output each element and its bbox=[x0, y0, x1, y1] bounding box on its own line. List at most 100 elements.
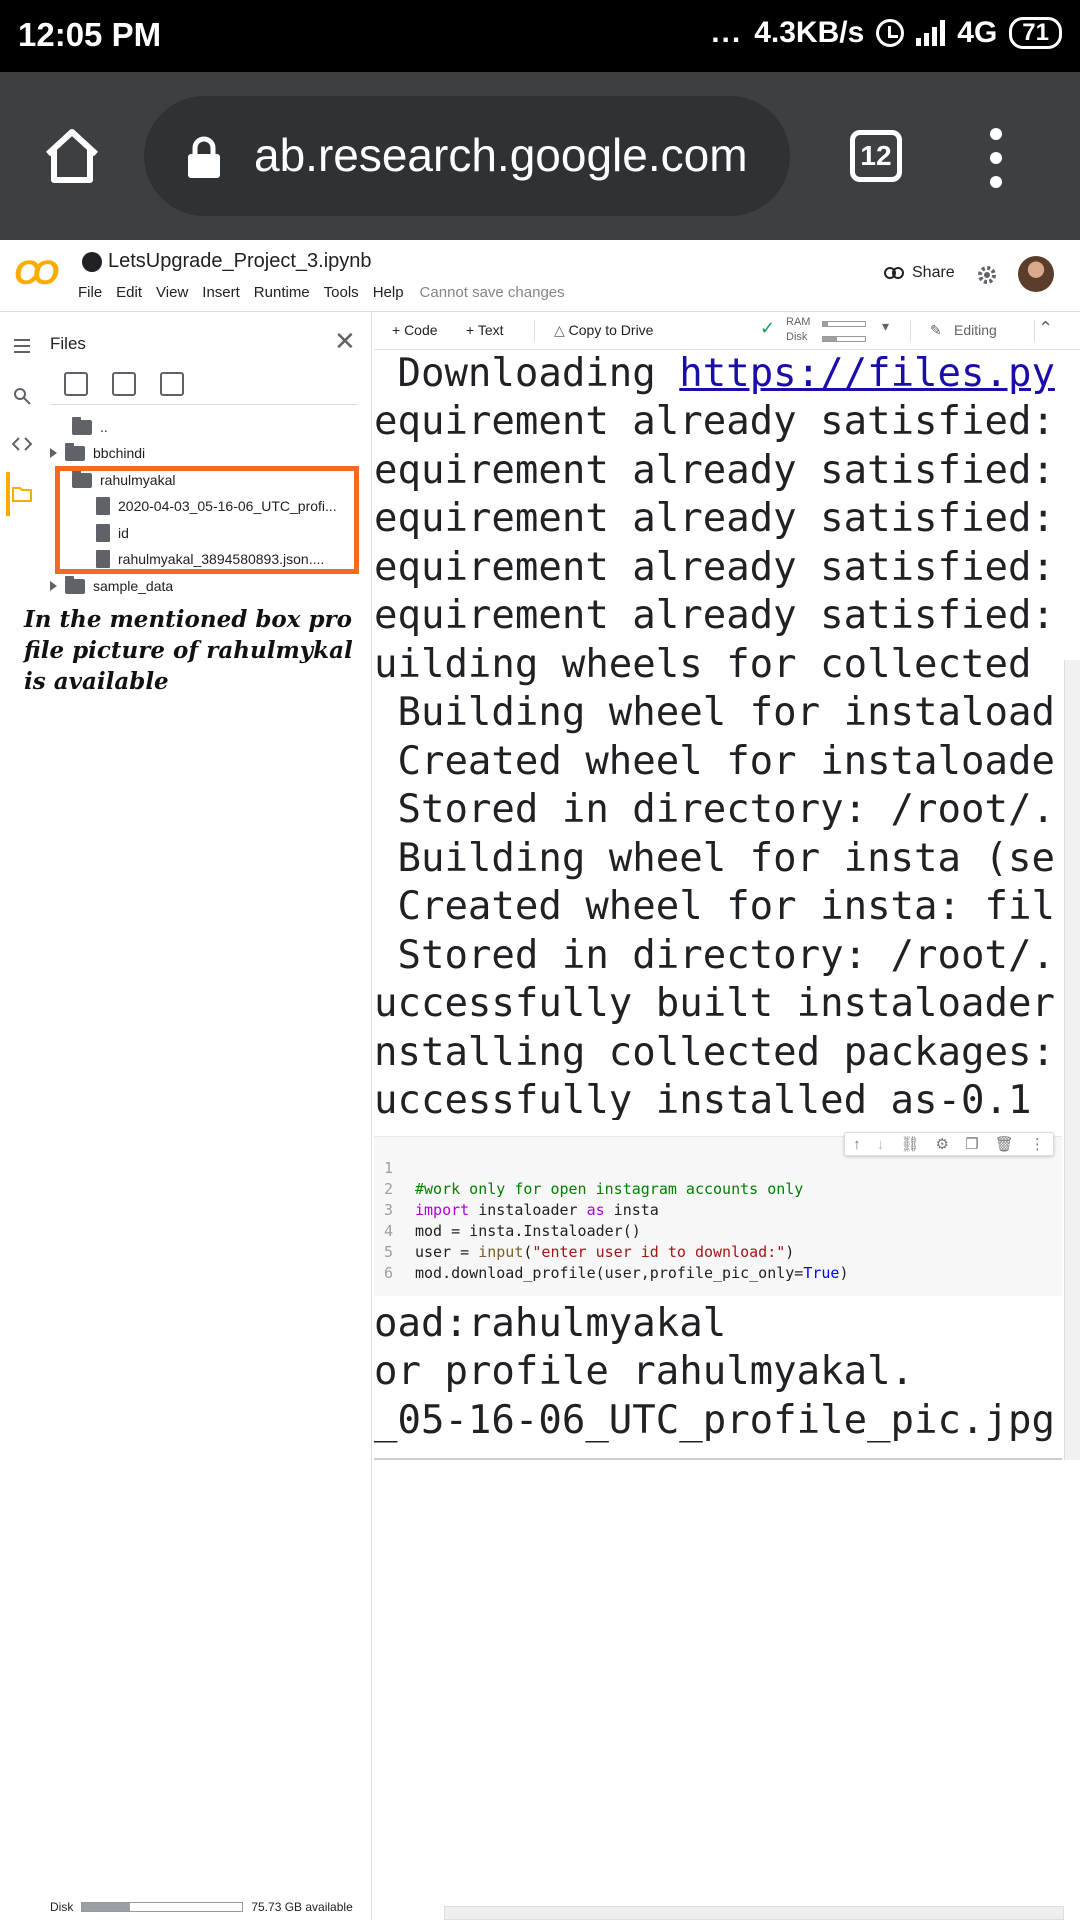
cell-settings-icon[interactable]: ⚙ bbox=[936, 1135, 949, 1153]
network-type: 4G bbox=[957, 16, 998, 49]
output-link[interactable]: https://files.py bbox=[679, 351, 1055, 396]
link-cell-icon[interactable]: ⛓ bbox=[900, 1135, 919, 1153]
files-icon[interactable] bbox=[12, 484, 32, 504]
line-number: 4 bbox=[384, 1222, 394, 1240]
table-of-contents-icon[interactable] bbox=[12, 336, 32, 356]
link-icon bbox=[884, 267, 904, 279]
line-number: 3 bbox=[384, 1201, 394, 1219]
tree-item-bbchindi[interactable]: bbchindi bbox=[50, 440, 145, 466]
output-line: equirement already satisfied: bbox=[374, 399, 1055, 444]
add-text-button[interactable]: + Text bbox=[466, 322, 504, 338]
mirror-cell-icon[interactable]: ❐ bbox=[965, 1135, 978, 1153]
mount-drive-icon[interactable] bbox=[160, 372, 184, 396]
menu-view[interactable]: View bbox=[156, 284, 188, 301]
annotation-note: In the mentioned box profile picture of … bbox=[24, 606, 353, 695]
url-bar[interactable]: ab.research.google.com bbox=[144, 96, 790, 216]
move-down-icon[interactable]: ↓ bbox=[877, 1136, 885, 1153]
signal-icon bbox=[916, 20, 946, 46]
output-line: oad:rahulmyakal bbox=[374, 1301, 727, 1346]
refresh-icon[interactable] bbox=[112, 372, 136, 396]
colab-logo[interactable]: CO bbox=[14, 254, 59, 293]
vertical-scrollbar[interactable] bbox=[1064, 660, 1080, 1460]
tree-item-sample-data[interactable]: sample_data bbox=[50, 573, 173, 599]
code-snippets-icon[interactable] bbox=[12, 434, 32, 454]
code-token: import bbox=[415, 1201, 470, 1219]
move-up-icon[interactable]: ↑ bbox=[853, 1136, 861, 1153]
menu-insert[interactable]: Insert bbox=[202, 284, 240, 301]
output-line: Created wheel for instaloade bbox=[374, 739, 1055, 784]
files-panel-title: Files bbox=[50, 334, 86, 353]
add-code-button[interactable]: + Code bbox=[392, 322, 438, 338]
output-line: Stored in directory: /root/. bbox=[374, 933, 1055, 978]
menu-file[interactable]: File bbox=[78, 284, 102, 301]
share-button[interactable]: Share bbox=[884, 264, 955, 282]
output-line: uccessfully built instaloader bbox=[374, 981, 1055, 1026]
output-line: equirement already satisfied: bbox=[374, 545, 1055, 590]
code-token: mod.download_profile(user,profile_pic_on… bbox=[415, 1264, 804, 1282]
side-rail bbox=[0, 312, 44, 1920]
home-icon[interactable] bbox=[40, 124, 104, 188]
alarm-icon bbox=[876, 19, 905, 47]
expand-icon[interactable] bbox=[50, 448, 57, 458]
line-number: 2 bbox=[384, 1180, 394, 1198]
folder-icon bbox=[65, 575, 85, 594]
toolbar-separator bbox=[1034, 320, 1035, 342]
code-token: ) bbox=[839, 1264, 849, 1282]
output-line: Building wheel for insta (se bbox=[374, 836, 1055, 881]
code-token: "enter user id to download:" bbox=[532, 1243, 786, 1261]
tab-switcher-button[interactable]: 12 bbox=[850, 130, 902, 182]
upload-icon[interactable] bbox=[64, 372, 88, 396]
close-icon[interactable]: ✕ bbox=[334, 326, 356, 357]
ram-usage-bar bbox=[822, 321, 866, 327]
tree-item-parent[interactable]: .. bbox=[72, 414, 108, 440]
line-number: 1 bbox=[384, 1159, 394, 1177]
code-line: mod.download_profile(user,profile_pic_on… bbox=[415, 1263, 848, 1284]
code-token: ) bbox=[785, 1243, 795, 1261]
copy-to-drive-button[interactable]: △ Copy to Drive bbox=[554, 322, 653, 339]
files-toolbar bbox=[64, 372, 184, 396]
folder-icon bbox=[65, 442, 85, 461]
delete-cell-icon[interactable]: 🗑 bbox=[995, 1135, 1014, 1153]
horizontal-scrollbar[interactable] bbox=[444, 1906, 1064, 1920]
browser-menu-icon[interactable] bbox=[990, 128, 1002, 188]
tree-item-label: .. bbox=[100, 419, 108, 435]
cell-output-install: Downloading https://files.py equirement … bbox=[374, 350, 1062, 1120]
output-line: equirement already satisfied: bbox=[374, 593, 1055, 638]
folder-up-icon bbox=[72, 416, 92, 435]
cell-toolbar: ↑ ↓ ⛓ ⚙ ❐ 🗑 ⋮ bbox=[844, 1132, 1054, 1156]
status-icons: ... 4.3KB/s 4G 71 bbox=[711, 16, 1062, 50]
code-token: input bbox=[478, 1243, 524, 1261]
menu-tools[interactable]: Tools bbox=[324, 284, 359, 301]
collapse-header-icon[interactable]: ⌃ bbox=[1038, 318, 1053, 339]
output-line: Created wheel for insta: fil bbox=[374, 884, 1055, 929]
code-line: user = input("enter user id to download:… bbox=[415, 1242, 794, 1263]
menu-bar: File Edit View Insert Runtime Tools Help… bbox=[78, 284, 565, 301]
line-number: 6 bbox=[384, 1264, 394, 1282]
menu-edit[interactable]: Edit bbox=[116, 284, 142, 301]
cell-more-icon[interactable]: ⋮ bbox=[1030, 1135, 1045, 1153]
colab-header: CO LetsUpgrade_Project_3.ipynb File Edit… bbox=[0, 240, 1080, 312]
output-line: Downloading https://files.py bbox=[374, 350, 1055, 398]
code-token: True bbox=[803, 1264, 840, 1282]
code-line: import instaloader as insta bbox=[415, 1200, 659, 1221]
menu-help[interactable]: Help bbox=[373, 284, 404, 301]
active-indicator bbox=[6, 472, 10, 516]
output-line: equirement already satisfied: bbox=[374, 448, 1055, 493]
status-bar: 12:05 PM ... 4.3KB/s 4G 71 bbox=[0, 0, 1080, 72]
code-line: mod = insta.Instaloader() bbox=[415, 1222, 641, 1240]
expand-icon[interactable] bbox=[50, 581, 57, 591]
save-status: Cannot save changes bbox=[419, 284, 565, 301]
copy-to-drive-label: Copy to Drive bbox=[568, 322, 654, 338]
status-time: 12:05 PM bbox=[18, 16, 162, 53]
notebook-title[interactable]: LetsUpgrade_Project_3.ipynb bbox=[82, 250, 372, 273]
settings-icon[interactable] bbox=[976, 264, 998, 286]
menu-runtime[interactable]: Runtime bbox=[254, 284, 310, 301]
user-avatar[interactable] bbox=[1018, 256, 1054, 292]
editing-mode-button[interactable]: Editing bbox=[954, 322, 997, 338]
share-label: Share bbox=[912, 264, 955, 281]
search-icon[interactable] bbox=[12, 386, 32, 406]
resources-dropdown-icon[interactable]: ▾ bbox=[882, 318, 889, 335]
output-line: or profile rahulmyakal. bbox=[374, 1349, 915, 1394]
output-line: nstalling collected packages: bbox=[374, 1030, 1055, 1075]
divider bbox=[50, 404, 358, 405]
